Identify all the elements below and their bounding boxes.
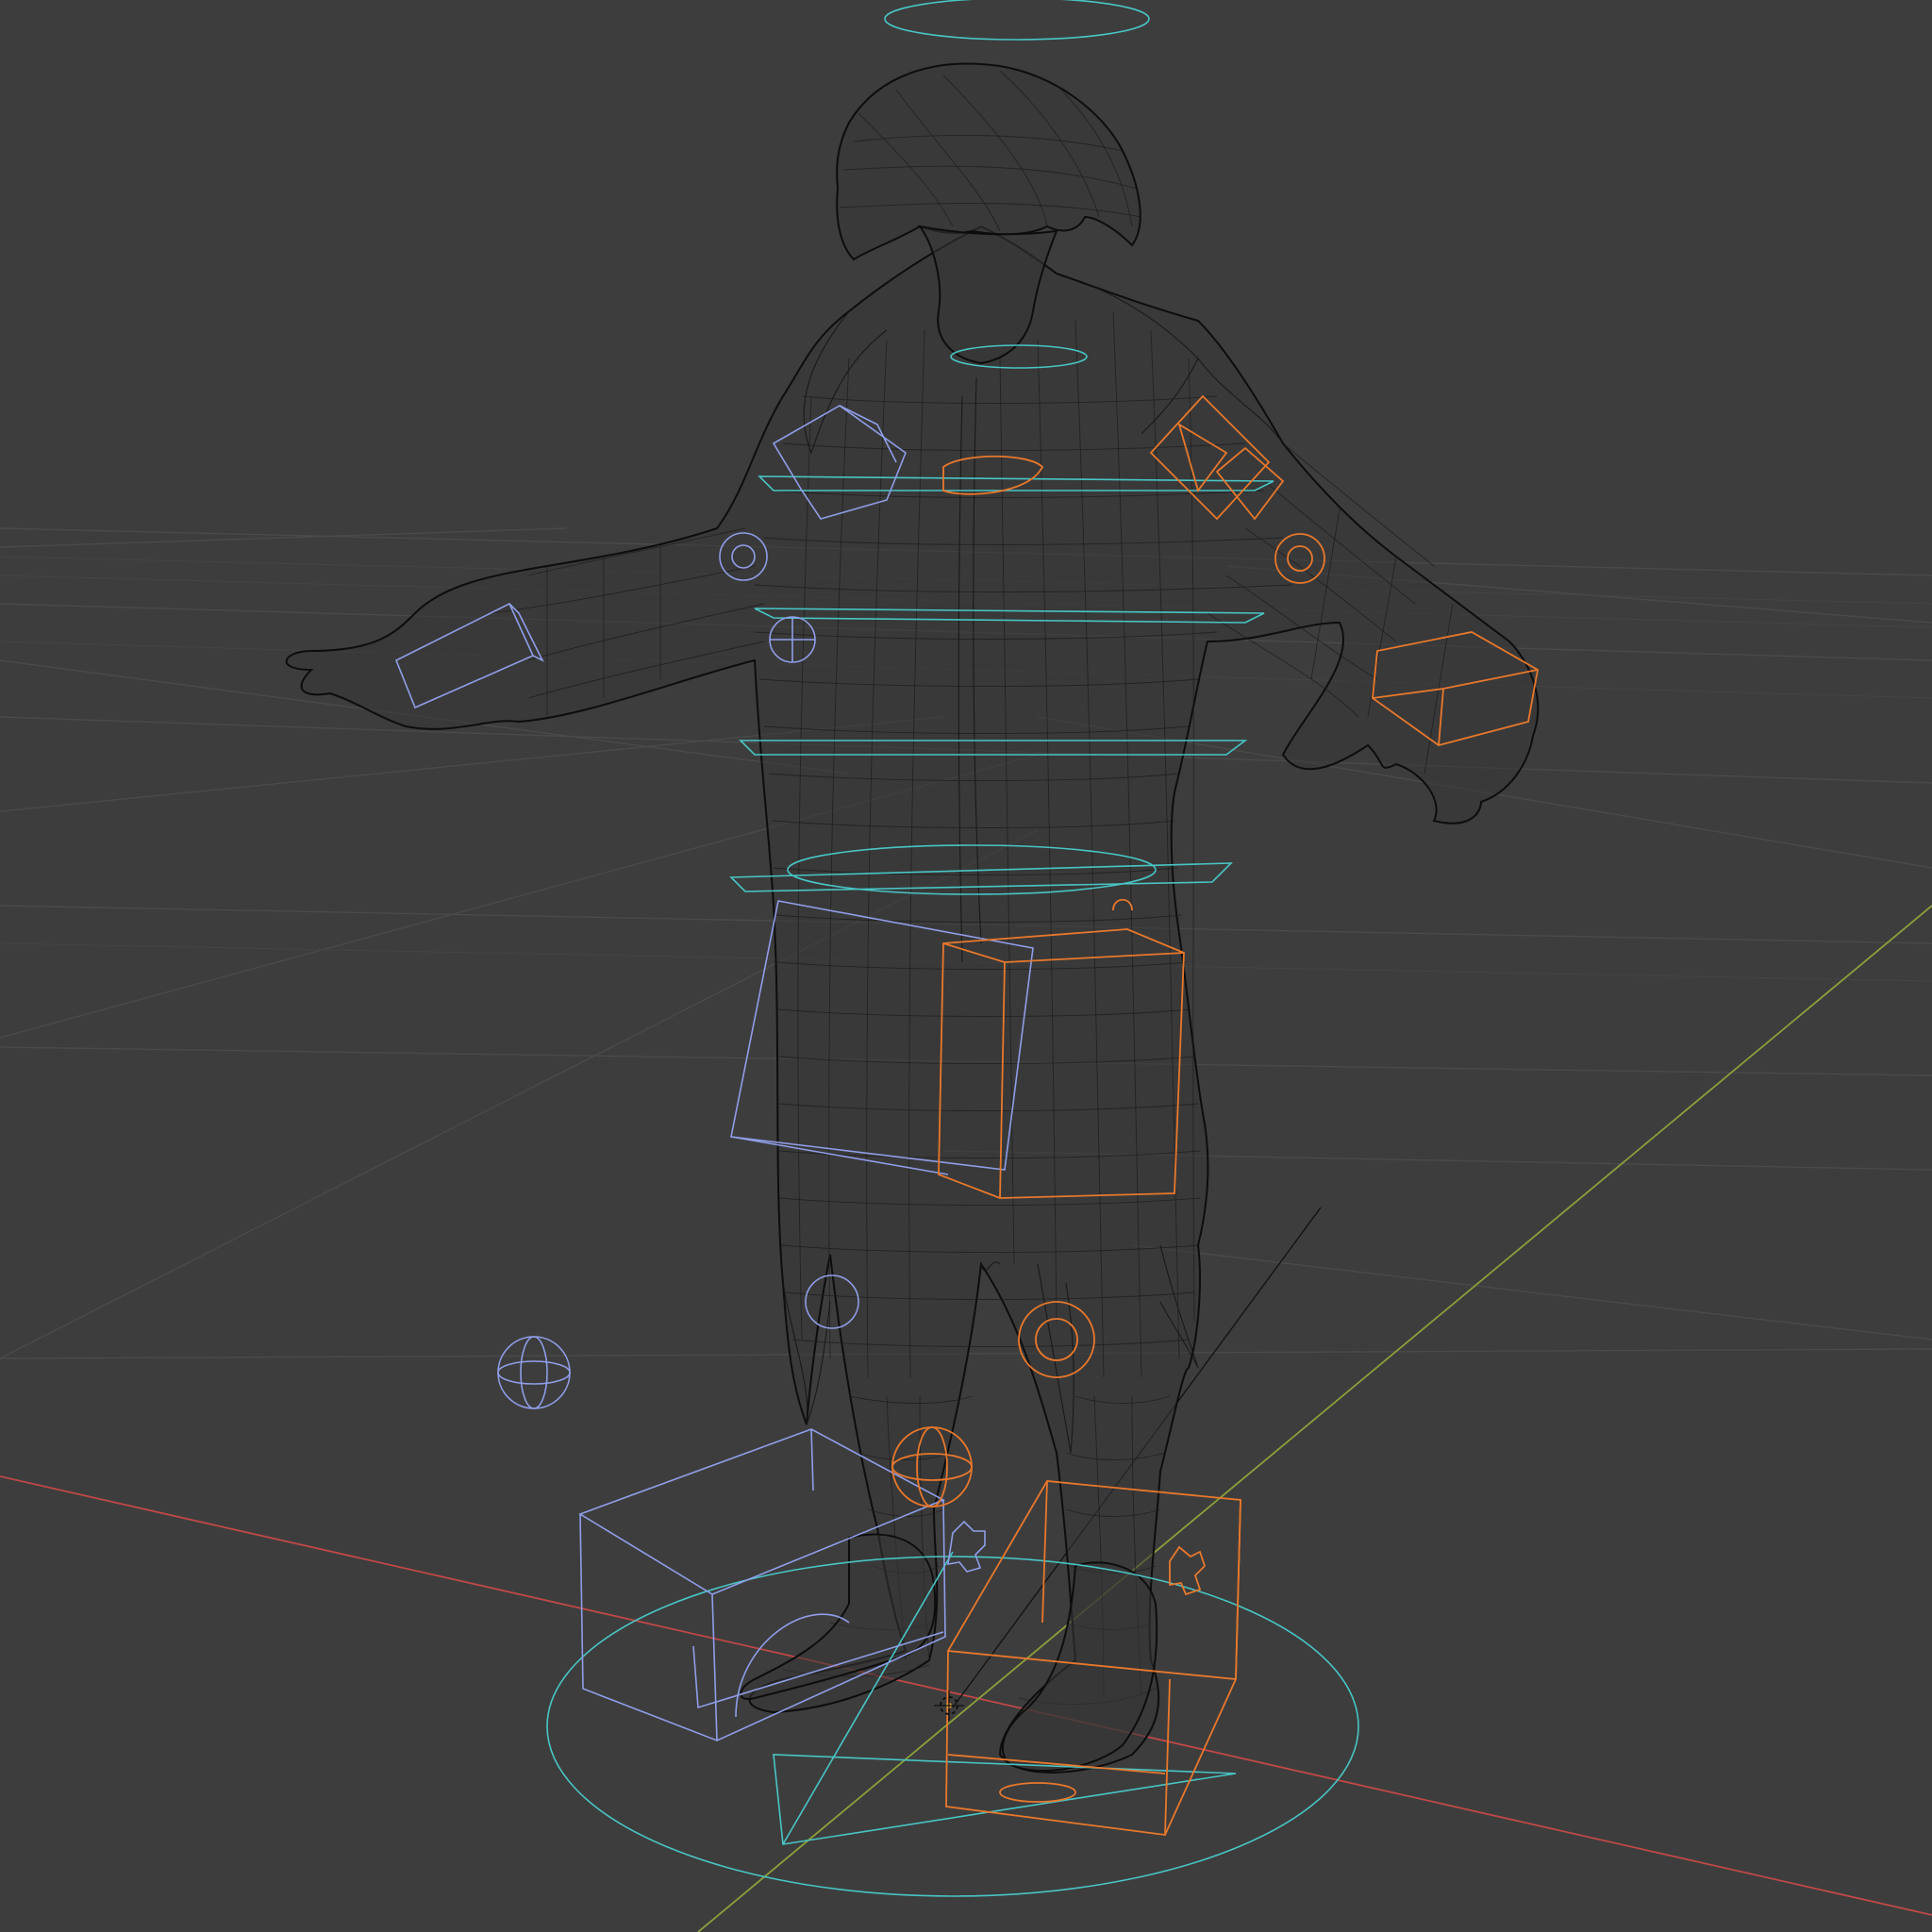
root-control-circle[interactable] — [546, 1556, 1359, 1897]
left-toe-control[interactable] — [947, 1520, 986, 1573]
hair-mesh — [836, 62, 1141, 261]
left-knee-target-sphere[interactable] — [497, 1336, 571, 1409]
character-mesh[interactable] — [285, 62, 1540, 1774]
coat-mesh — [285, 225, 1540, 1774]
head-control-ring[interactable] — [884, 0, 1150, 41]
x-axis-line — [0, 1475, 1932, 1916]
viewport-canvas[interactable] — [0, 0, 1932, 1932]
3d-viewport[interactable] — [0, 0, 1932, 1932]
